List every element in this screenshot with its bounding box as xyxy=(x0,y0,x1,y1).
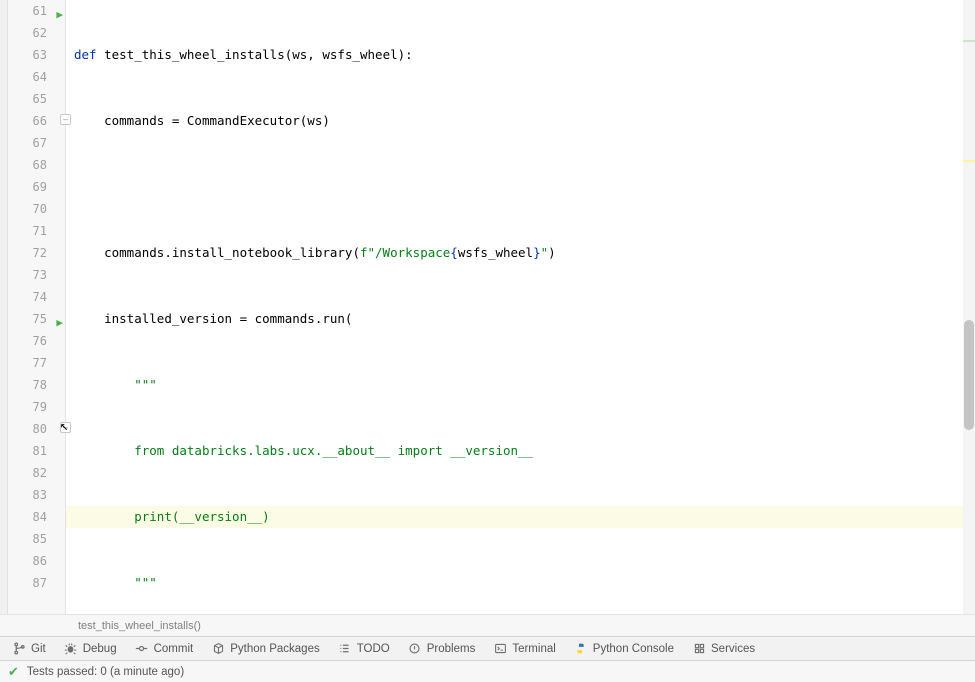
status-bar: ✔ Tests passed: 0 (a minute ago) xyxy=(0,660,975,682)
line-number: 67 xyxy=(33,132,47,154)
tool-label: Terminal xyxy=(512,643,555,655)
tool-label: Debug xyxy=(83,643,117,655)
vertical-scrollbar[interactable] xyxy=(963,0,975,614)
python-console-tool-button[interactable]: Python Console xyxy=(566,640,682,658)
debug-tool-button[interactable]: Debug xyxy=(56,640,125,658)
line-number: 81 xyxy=(33,440,47,462)
tool-label: Git xyxy=(31,643,46,655)
code-editor[interactable]: def test_this_wheel_installs(ws, wsfs_wh… xyxy=(66,0,975,614)
breadcrumb-context[interactable]: test_this_wheel_installs() xyxy=(78,620,201,632)
git-tool-button[interactable]: Git xyxy=(4,640,54,658)
line-number: 68 xyxy=(33,154,47,176)
editor-area: 61▶ 62 63 64 65 66– 67 68 69 70 71 72 73… xyxy=(0,0,975,614)
tool-label: Services xyxy=(711,643,755,655)
scroll-marker xyxy=(963,160,975,162)
package-icon xyxy=(211,642,225,656)
gutter[interactable]: 61▶ 62 63 64 65 66– 67 68 69 70 71 72 73… xyxy=(8,0,66,614)
scrollbar-thumb[interactable] xyxy=(964,320,974,430)
line-number: 78 xyxy=(33,374,47,396)
branch-icon xyxy=(12,642,26,656)
scroll-marker xyxy=(963,40,975,42)
tool-label: Commit xyxy=(154,643,194,655)
line-number: 62 xyxy=(33,22,47,44)
tool-window-bar: Git Debug Commit Python Packages TODO Pr… xyxy=(0,636,975,660)
python-icon xyxy=(574,642,588,656)
commit-tool-button[interactable]: Commit xyxy=(127,640,202,658)
line-number: 71 xyxy=(33,220,47,242)
line-number: 66 xyxy=(33,110,47,132)
list-icon xyxy=(338,642,352,656)
line-number: 76 xyxy=(33,330,47,352)
line-number: 87 xyxy=(33,572,47,594)
line-number: 84 xyxy=(33,506,47,528)
python-packages-tool-button[interactable]: Python Packages xyxy=(203,640,328,658)
todo-tool-button[interactable]: TODO xyxy=(330,640,398,658)
line-number: 73 xyxy=(33,264,47,286)
line-number: 77 xyxy=(33,352,47,374)
bug-icon xyxy=(64,642,78,656)
line-number: 75 xyxy=(33,308,47,330)
line-number: 83 xyxy=(33,484,47,506)
line-number: 64 xyxy=(33,66,47,88)
terminal-icon xyxy=(493,642,507,656)
line-number: 70 xyxy=(33,198,47,220)
commit-icon xyxy=(135,642,149,656)
bookmark-strip xyxy=(0,0,8,614)
line-number: 61 xyxy=(33,0,47,22)
line-number: 72 xyxy=(33,242,47,264)
line-number: 74 xyxy=(33,286,47,308)
terminal-tool-button[interactable]: Terminal xyxy=(485,640,563,658)
line-number: 63 xyxy=(33,44,47,66)
status-tests-text[interactable]: Tests passed: 0 (a minute ago) xyxy=(27,666,184,678)
line-number: 86 xyxy=(33,550,47,572)
services-icon xyxy=(692,642,706,656)
tool-label: Python Packages xyxy=(230,643,320,655)
line-number: 79 xyxy=(33,396,47,418)
line-number: 82 xyxy=(33,462,47,484)
problems-tool-button[interactable]: Problems xyxy=(400,640,484,658)
line-number: 85 xyxy=(33,528,47,550)
tool-label: Python Console xyxy=(593,643,674,655)
tests-passed-icon: ✔ xyxy=(8,664,19,680)
services-tool-button[interactable]: Services xyxy=(684,640,763,658)
warning-icon xyxy=(408,642,422,656)
line-number: 65 xyxy=(33,88,47,110)
line-number: 69 xyxy=(33,176,47,198)
breadcrumb-bar[interactable]: test_this_wheel_installs() xyxy=(0,614,975,636)
tool-label: TODO xyxy=(357,643,390,655)
line-number: 80 xyxy=(33,418,47,440)
tool-label: Problems xyxy=(427,643,476,655)
